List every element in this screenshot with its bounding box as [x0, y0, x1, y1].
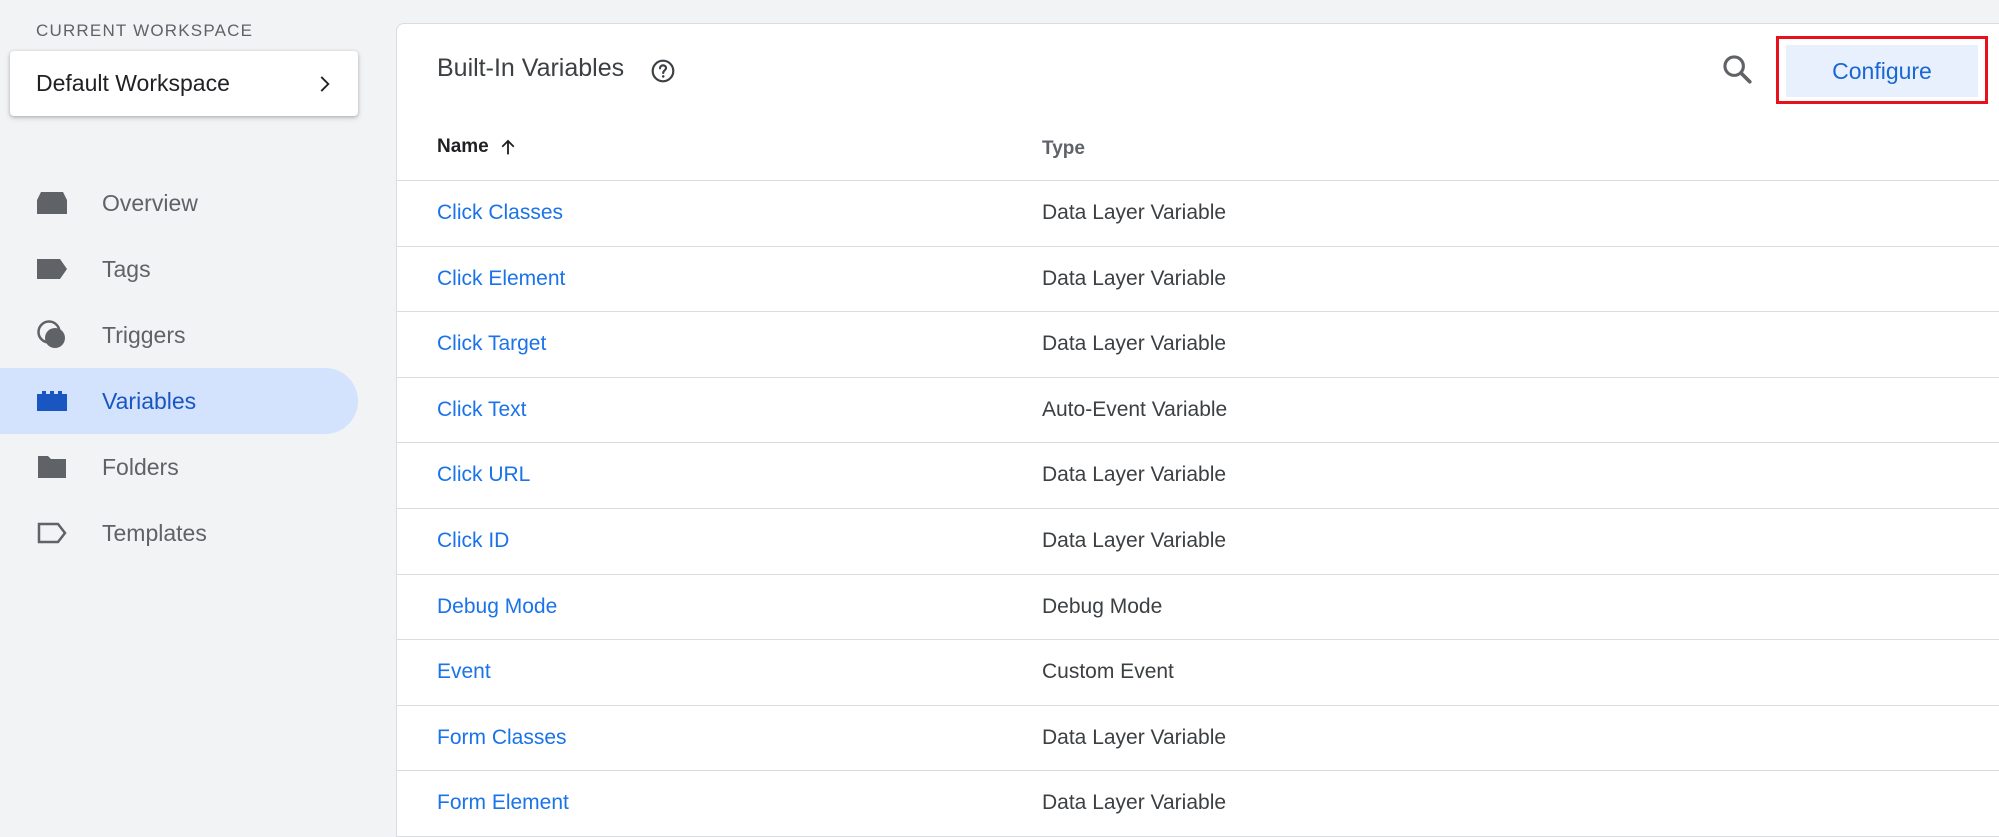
help-icon[interactable]: [650, 58, 676, 84]
variable-name-link[interactable]: Click Element: [437, 267, 565, 291]
table-row[interactable]: Click Target Data Layer Variable: [397, 312, 1999, 378]
sidebar-item-label: Triggers: [102, 321, 186, 348]
variable-type: Debug Mode: [1042, 594, 1163, 618]
table-row[interactable]: Click URL Data Layer Variable: [397, 443, 1999, 509]
variable-type: Auto-Event Variable: [1042, 397, 1228, 421]
table-row[interactable]: Form Element Data Layer Variable: [397, 771, 1999, 837]
sidebar-item-templates[interactable]: Templates: [0, 500, 358, 566]
sidebar-item-folders[interactable]: Folders: [0, 434, 358, 500]
workspace-selector[interactable]: Default Workspace: [10, 51, 358, 116]
variable-type: Data Layer Variable: [1042, 201, 1227, 224]
variable-name-link[interactable]: Event: [437, 660, 491, 684]
variables-icon: [36, 385, 68, 417]
page-title: Built-In Variables: [437, 54, 625, 82]
variable-name-link[interactable]: Debug Mode: [437, 595, 557, 619]
column-header-name-label: Name: [437, 136, 489, 157]
variable-name-link[interactable]: Form Classes: [437, 726, 567, 750]
overview-icon: [36, 187, 68, 219]
variable-type: Data Layer Variable: [1042, 528, 1227, 552]
sidebar-item-label: Variables: [102, 387, 197, 414]
template-icon: [36, 517, 68, 549]
folder-icon: [36, 451, 68, 483]
sidebar-item-tags[interactable]: Tags: [0, 236, 358, 302]
variables-table: Click Classes Data Layer Variable Click …: [397, 181, 1999, 837]
built-in-variables-panel: Built-In Variables Configure Name Type C…: [396, 23, 1999, 837]
table-row[interactable]: Click Element Data Layer Variable: [397, 247, 1999, 313]
variable-type: Data Layer Variable: [1042, 266, 1227, 290]
table-row[interactable]: Form Classes Data Layer Variable: [397, 706, 1999, 772]
variable-type: Data Layer Variable: [1042, 791, 1227, 815]
table-row[interactable]: Click Classes Data Layer Variable: [397, 181, 1999, 247]
table-row[interactable]: Click Text Auto-Event Variable: [397, 378, 1999, 444]
variable-type: Data Layer Variable: [1042, 725, 1227, 749]
sidebar-item-label: Folders: [102, 453, 179, 480]
sidebar-item-overview[interactable]: Overview: [0, 170, 358, 236]
variable-type: Data Layer Variable: [1042, 332, 1227, 356]
variable-name-link[interactable]: Click ID: [437, 529, 509, 553]
column-header-type[interactable]: Type: [1042, 138, 1085, 160]
table-row[interactable]: Debug Mode Debug Mode: [397, 575, 1999, 641]
sidebar-item-variables[interactable]: Variables: [0, 368, 358, 434]
variable-name-link[interactable]: Click Target: [437, 332, 546, 356]
panel-header: Built-In Variables Configure: [397, 24, 1999, 116]
variable-name-link[interactable]: Form Element: [437, 791, 569, 815]
table-row[interactable]: Click ID Data Layer Variable: [397, 509, 1999, 575]
configure-button[interactable]: Configure: [1786, 45, 1978, 97]
variable-type: Custom Event: [1042, 660, 1174, 684]
search-icon[interactable]: [1720, 52, 1754, 86]
trigger-icon: [36, 319, 68, 351]
workspace-name: Default Workspace: [36, 70, 230, 96]
chevron-right-icon: [320, 75, 330, 92]
variable-type: Data Layer Variable: [1042, 463, 1227, 487]
tag-icon: [36, 253, 68, 285]
sidebar-item-triggers[interactable]: Triggers: [0, 302, 358, 368]
table-header: Name Type: [397, 116, 1999, 181]
sidebar-nav: Overview Tags Triggers Variables Folders…: [0, 170, 358, 566]
variable-name-link[interactable]: Click URL: [437, 463, 530, 487]
sidebar: CURRENT WORKSPACE Default Workspace Over…: [0, 0, 370, 837]
variable-name-link[interactable]: Click Text: [437, 398, 526, 422]
sidebar-item-label: Tags: [102, 255, 151, 282]
variable-name-link[interactable]: Click Classes: [437, 201, 563, 225]
workspace-label: CURRENT WORKSPACE: [36, 21, 254, 40]
sidebar-item-label: Overview: [102, 189, 198, 216]
sort-ascending-icon: [501, 139, 515, 155]
table-row[interactable]: Event Custom Event: [397, 640, 1999, 706]
column-header-name[interactable]: Name: [437, 136, 519, 158]
sidebar-item-label: Templates: [102, 519, 207, 546]
